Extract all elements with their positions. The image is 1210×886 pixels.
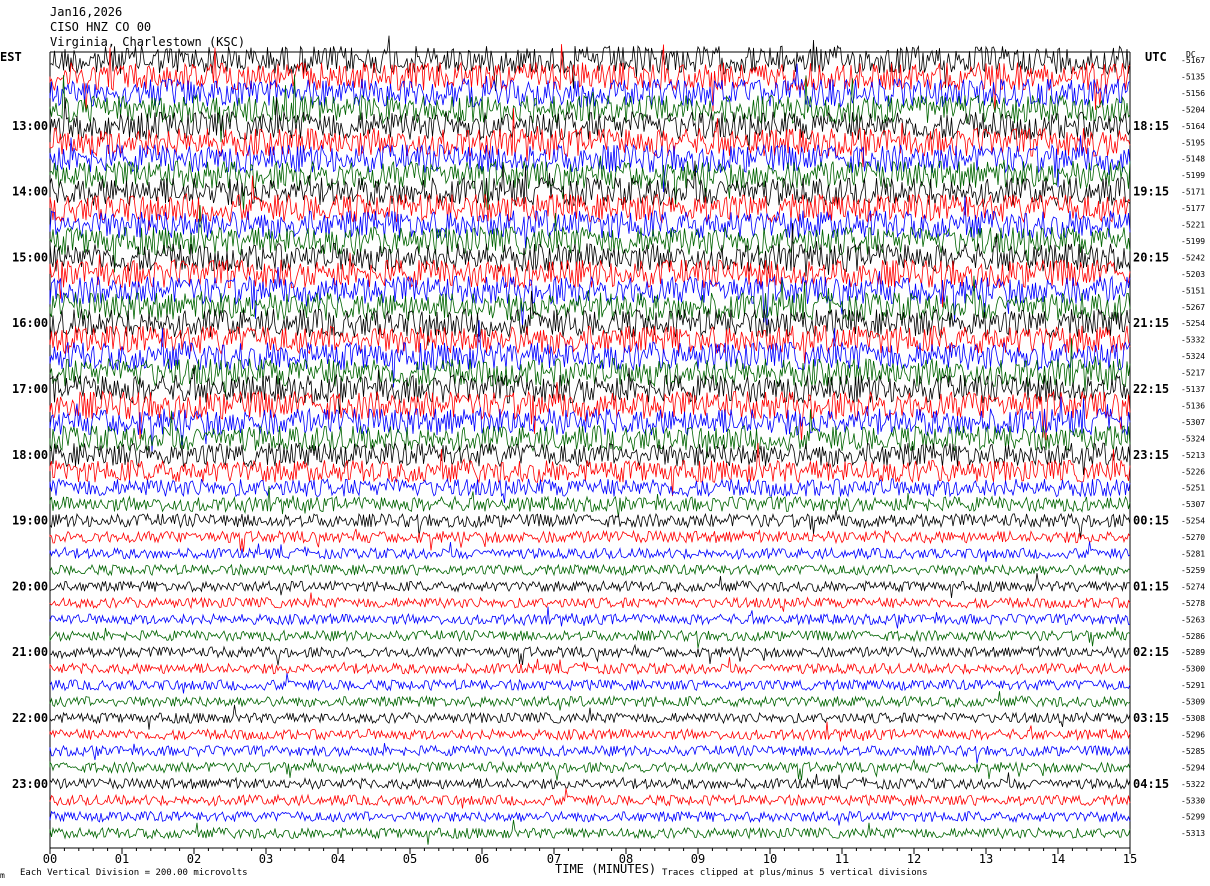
right-time-label: 23:15 (1133, 448, 1169, 462)
dc-offset-label: -5164 (1181, 122, 1205, 131)
dc-offset-label: -5195 (1181, 138, 1205, 147)
dc-offset-label: -5226 (1181, 467, 1205, 476)
x-tick-label: 12 (907, 852, 921, 866)
dc-offset-label: -5307 (1181, 418, 1205, 427)
x-tick-label: 02 (187, 852, 201, 866)
left-time-label: 13:00 (12, 119, 48, 133)
dc-offset-label: -5263 (1181, 615, 1205, 624)
dc-offset-label: -5167 (1181, 56, 1205, 65)
dc-offset-label: -5136 (1181, 401, 1205, 410)
left-time-label: 16:00 (12, 316, 48, 330)
left-zone-label: EST (0, 50, 22, 64)
left-time-label: 18:00 (12, 448, 48, 462)
dc-offset-label: -5274 (1181, 582, 1205, 591)
right-time-label: 01:15 (1133, 579, 1169, 593)
dc-offset-label: -5199 (1181, 237, 1205, 246)
x-tick-label: 03 (259, 852, 273, 866)
left-time-label: 23:00 (12, 777, 48, 791)
dc-offset-label: -5171 (1181, 188, 1205, 197)
x-tick-label: 14 (1051, 852, 1065, 866)
dc-offset-label: -5299 (1181, 813, 1205, 822)
footer-clip-note: Traces clipped at plus/minus 5 vertical … (662, 868, 928, 878)
right-time-label: 04:15 (1133, 777, 1169, 791)
left-time-label: 22:00 (12, 711, 48, 725)
dc-offset-label: -5177 (1181, 204, 1205, 213)
right-time-label: 22:15 (1133, 382, 1169, 396)
right-time-label: 21:15 (1133, 316, 1169, 330)
right-time-label: 03:15 (1133, 711, 1169, 725)
x-axis-label: TIME (MINUTES) (555, 862, 656, 876)
footer-scale: Each Vertical Division = 200.00 microvol… (20, 868, 248, 878)
dc-offset-label: -5286 (1181, 632, 1205, 641)
dc-offset-label: -5199 (1181, 171, 1205, 180)
x-tick-label: 01 (115, 852, 129, 866)
dc-offset-label: -5289 (1181, 648, 1205, 657)
x-tick-label: 06 (475, 852, 489, 866)
dc-offset-label: -5156 (1181, 89, 1205, 98)
dc-offset-label: -5203 (1181, 270, 1205, 279)
dc-offset-label: -5242 (1181, 253, 1205, 262)
right-time-label: 02:15 (1133, 645, 1169, 659)
left-time-label: 20:00 (12, 579, 48, 593)
dc-offset-label: -5270 (1181, 533, 1205, 542)
dc-offset-label: -5291 (1181, 681, 1205, 690)
dc-offset-label: -5251 (1181, 484, 1205, 493)
dc-offset-label: -5148 (1181, 155, 1205, 164)
x-tick-label: 05 (403, 852, 417, 866)
left-time-label: 15:00 (12, 250, 48, 264)
dc-offset-label: -5324 (1181, 352, 1205, 361)
dc-offset-label: -5285 (1181, 747, 1205, 756)
header-date: Jan16,2026 (50, 5, 122, 19)
x-tick-label: 04 (331, 852, 345, 866)
header-location: Virginia, Charlestown (KSC) (50, 35, 245, 49)
dc-offset-label: -5204 (1181, 105, 1205, 114)
dc-offset-label: -5259 (1181, 566, 1205, 575)
x-tick-label: 11 (835, 852, 849, 866)
x-tick-label: 15 (1123, 852, 1137, 866)
right-time-label: 00:15 (1133, 514, 1169, 528)
dc-offset-label: -5151 (1181, 286, 1205, 295)
dc-offset-label: -5330 (1181, 796, 1205, 805)
dc-offset-label: -5254 (1181, 517, 1205, 526)
dc-offset-label: -5217 (1181, 369, 1205, 378)
dc-offset-label: -5324 (1181, 434, 1205, 443)
dc-offset-label: -5332 (1181, 336, 1205, 345)
x-tick-label: 09 (691, 852, 705, 866)
right-time-label: 20:15 (1133, 250, 1169, 264)
left-time-label: 19:00 (12, 514, 48, 528)
dc-offset-label: -5313 (1181, 829, 1205, 838)
dc-offset-label: -5307 (1181, 500, 1205, 509)
footer-corner: m (0, 871, 5, 880)
dc-offset-label: -5267 (1181, 303, 1205, 312)
x-tick-label: 10 (763, 852, 777, 866)
x-tick-label: 13 (979, 852, 993, 866)
dc-offset-label: -5322 (1181, 780, 1205, 789)
left-time-label: 17:00 (12, 382, 48, 396)
dc-offset-label: -5135 (1181, 73, 1205, 82)
dc-offset-label: -5296 (1181, 730, 1205, 739)
helicorder-chart: Jan16,2026 CISO HNZ CO 00 Virginia, Char… (0, 0, 1210, 886)
dc-offset-label: -5213 (1181, 451, 1205, 460)
dc-offset-label: -5278 (1181, 599, 1205, 608)
left-time-label: 21:00 (12, 645, 48, 659)
x-tick-label: 00 (43, 852, 57, 866)
right-time-label: 19:15 (1133, 185, 1169, 199)
dc-offset-label: -5309 (1181, 698, 1205, 707)
dc-offset-label: -5300 (1181, 665, 1205, 674)
left-time-label: 14:00 (12, 185, 48, 199)
dc-offset-label: -5254 (1181, 319, 1205, 328)
dc-offset-label: -5137 (1181, 385, 1205, 394)
right-time-label: 18:15 (1133, 119, 1169, 133)
right-zone-label: UTC (1145, 50, 1167, 64)
header-channel: CISO HNZ CO 00 (50, 20, 151, 34)
dc-offset-label: -5308 (1181, 714, 1205, 723)
dc-offset-label: -5294 (1181, 763, 1205, 772)
dc-offset-label: -5281 (1181, 550, 1205, 559)
dc-offset-label: -5221 (1181, 221, 1205, 230)
